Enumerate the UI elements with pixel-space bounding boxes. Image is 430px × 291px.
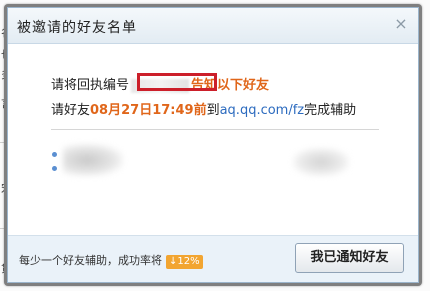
dialog-title: 被邀请的好友名单 [17,20,137,36]
content-divider [51,129,379,130]
close-icon[interactable]: × [393,16,409,32]
dialog-frame: 被邀请的好友名单 × 请将回执编号 告知以下好友 请好友08月27日17:49前到… [4,4,422,286]
friend-name-blurred [63,144,123,176]
hint-text: 每少一个好友辅助，成功率将 [19,254,162,267]
dialog-titlebar: 被邀请的好友名单 × [8,8,418,44]
deadline-date: 08月27日17:49前 [90,103,207,118]
rate-badge: ↓12% [166,255,203,269]
deadline-suffix: 完成辅助 [304,103,357,118]
deadline-instruction-line: 请好友08月27日17:49前到aq.qq.com/fz完成辅助 [51,99,356,118]
invited-friends-dialog: 被邀请的好友名单 × 请将回执编号 告知以下好友 请好友08月27日17:49前到… [7,7,419,283]
instruction-prefix: 请将回执编号 [51,78,130,93]
dialog-footer: 每少一个好友辅助，成功率将 ↓12% 我已通知好友 [8,235,418,282]
success-rate-hint: 每少一个好友辅助，成功率将 ↓12% [19,252,203,269]
deadline-prefix: 请好友 [51,103,91,118]
deadline-mid: 到 [206,103,220,118]
friend-name-blurred [293,148,349,176]
bullet-icon [52,152,57,157]
highlight-box [137,73,217,91]
assist-link[interactable]: aq.qq.com/fz [220,103,305,118]
notified-friends-button[interactable]: 我已通知好友 [295,243,404,273]
bullet-icon [52,166,57,171]
dialog-content: 请将回执编号 告知以下好友 请好友08月27日17:49前到aq.qq.com/f… [8,44,418,234]
